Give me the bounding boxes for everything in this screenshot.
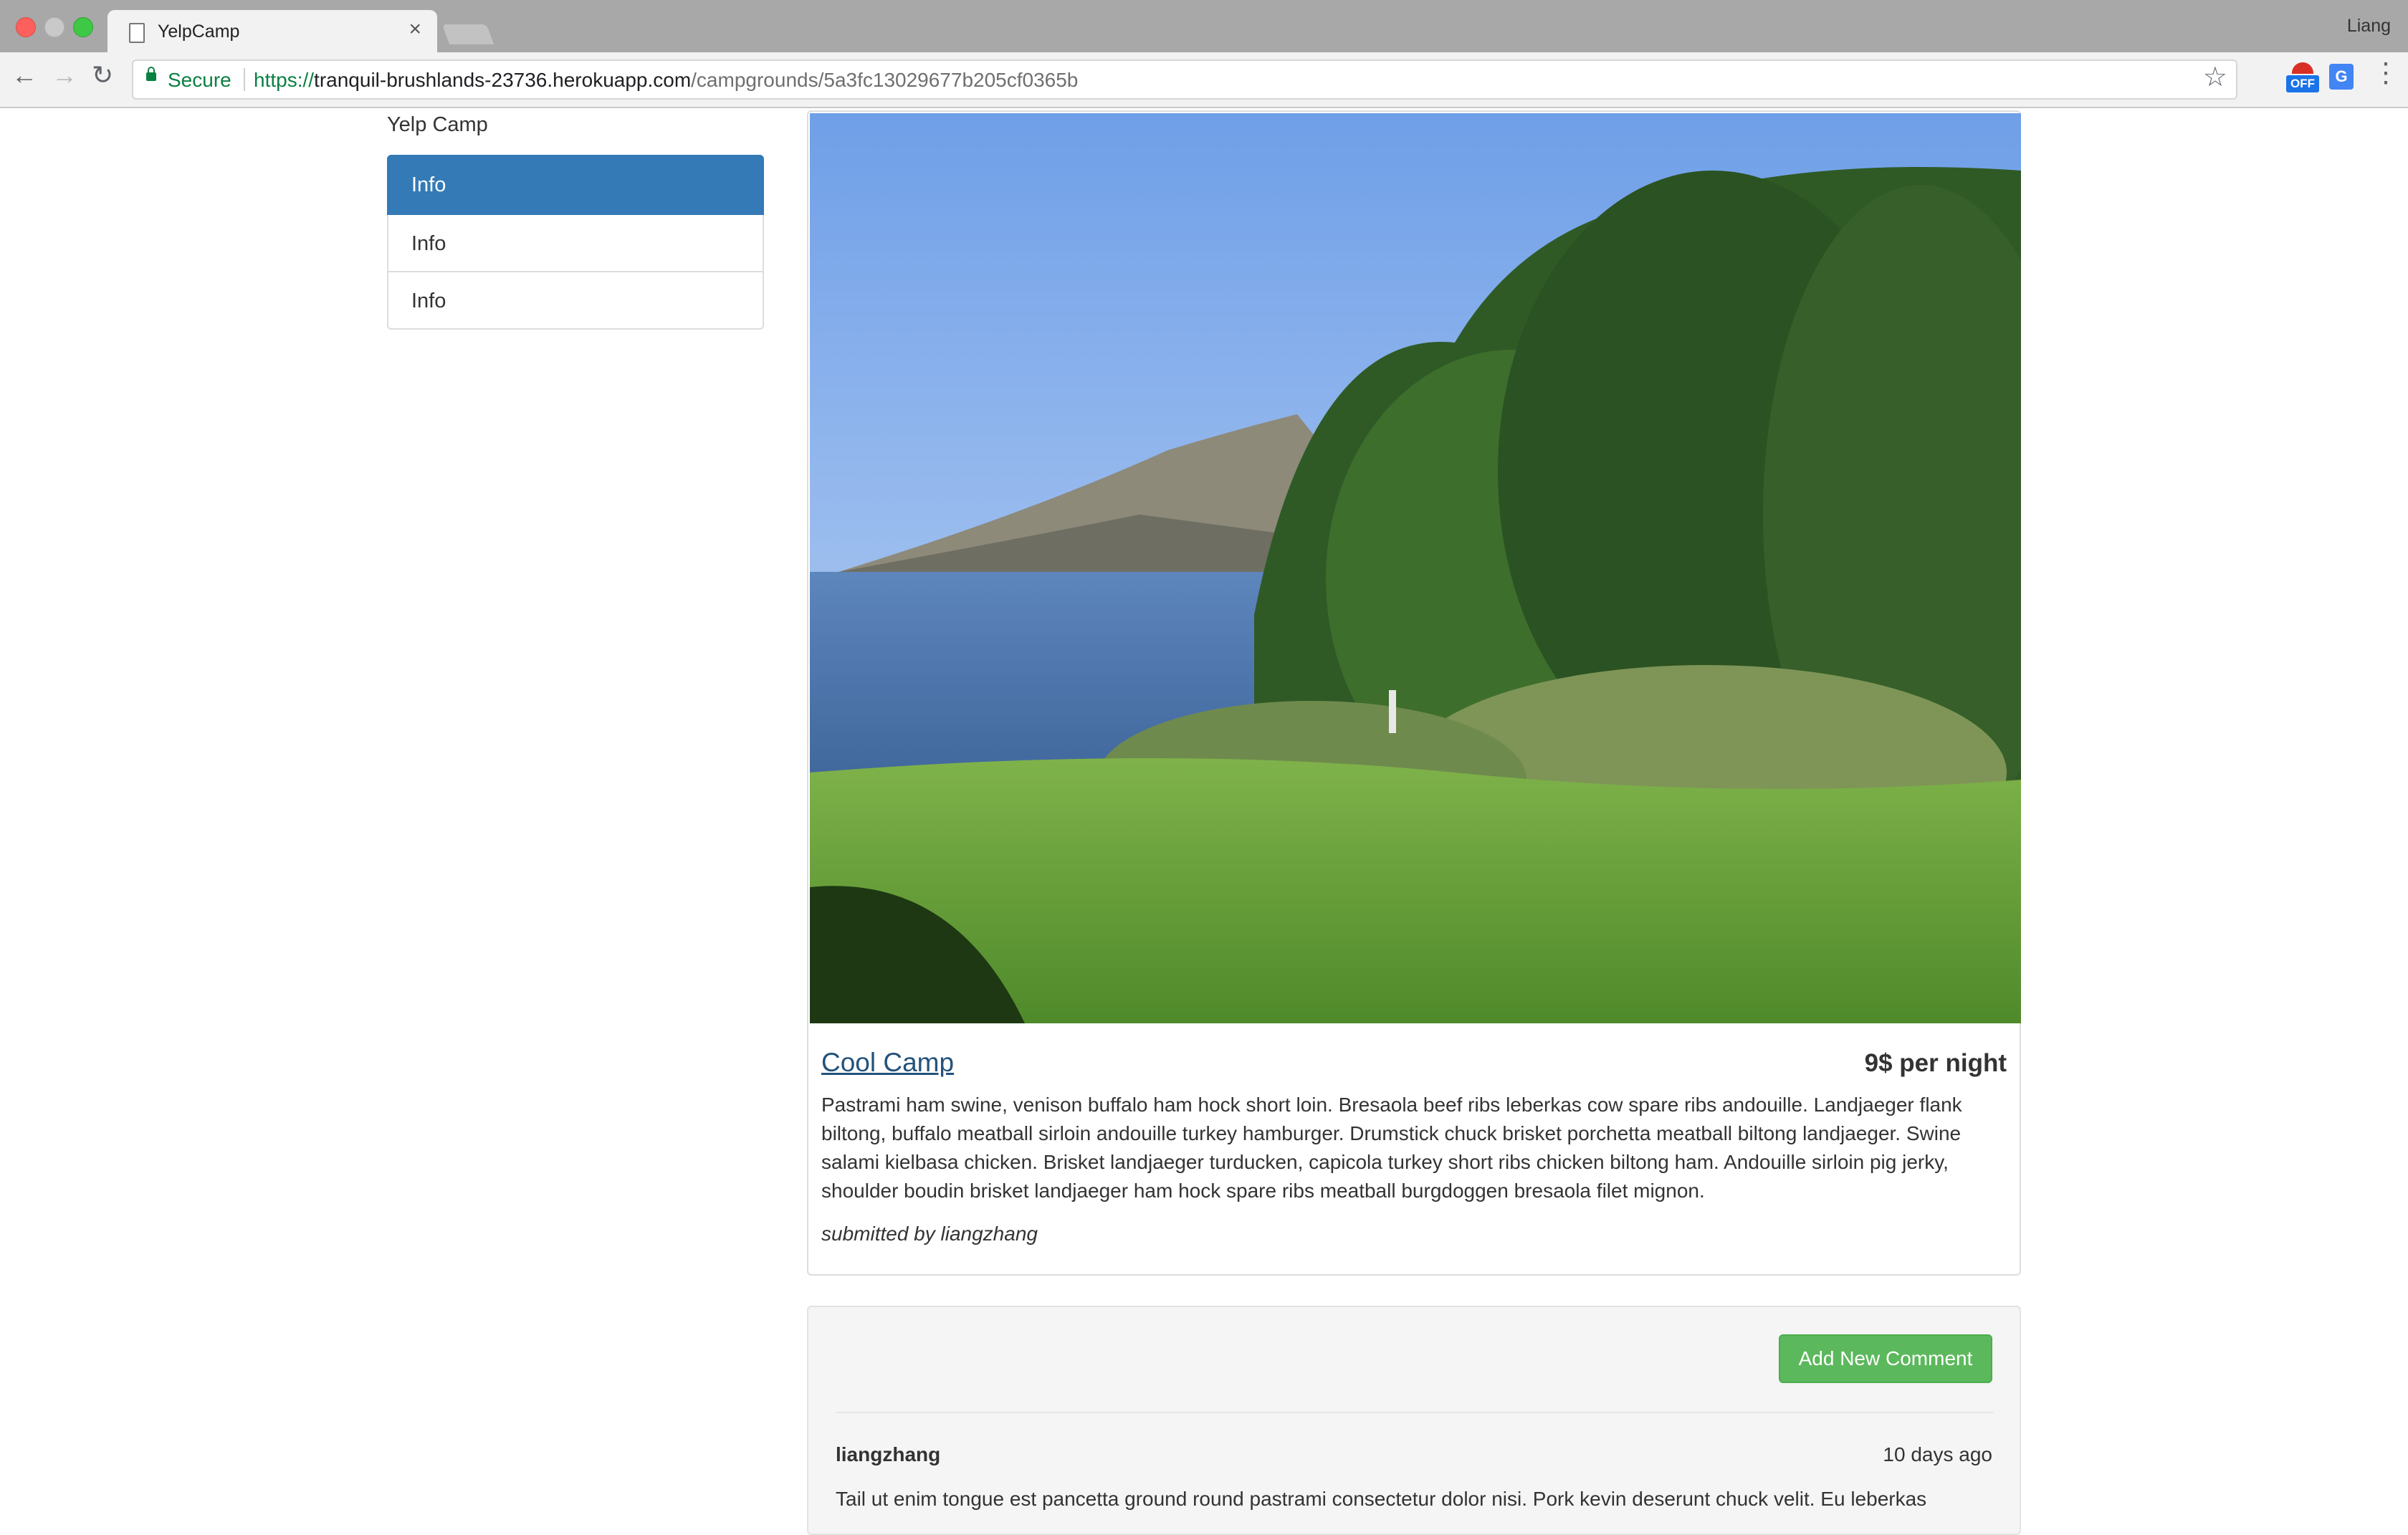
comment-timestamp: 10 days ago — [1883, 1443, 1992, 1465]
tab-title: YelpCamp — [158, 21, 240, 42]
extension-off-badge: OFF — [2286, 75, 2319, 92]
bookmark-star-icon[interactable]: ☆ — [2203, 64, 2227, 91]
browser-titlebar: YelpCamp × Liang — [0, 0, 2408, 52]
sidebar-item-info-3[interactable]: Info — [387, 272, 764, 330]
comments-section: Add New Comment liangzhang 10 days ago T… — [807, 1306, 2021, 1535]
comments-divider — [836, 1412, 1994, 1413]
sidebar-item-info-2[interactable]: Info — [387, 215, 764, 272]
forward-arrow-icon[interactable]: → — [52, 62, 77, 88]
site-brand[interactable]: Yelp Camp — [387, 113, 488, 137]
extension-off-icon[interactable]: OFF — [2286, 62, 2319, 94]
lock-icon — [146, 67, 156, 81]
comment-author: liangzhang — [836, 1443, 941, 1465]
extension-cap-shape — [2292, 62, 2313, 74]
browser-menu-icon[interactable]: ⋮ — [2372, 59, 2399, 87]
campground-description: Pastrami ham swine, venison buffalo ham … — [821, 1094, 1962, 1202]
comment-text: Tail ut enim tongue est pancetta ground … — [836, 1488, 1927, 1510]
translate-extension-icon[interactable]: G — [2329, 64, 2354, 90]
sidebar-item-info-1[interactable]: Info — [387, 155, 764, 215]
tab-close-icon[interactable]: × — [408, 19, 421, 40]
page-icon — [129, 23, 145, 43]
profile-name[interactable]: Liang — [2347, 16, 2391, 37]
add-comment-button[interactable]: Add New Comment — [1779, 1334, 1992, 1383]
secure-label: Secure — [168, 69, 231, 91]
window-minimize-button[interactable] — [44, 17, 64, 37]
address-divider — [244, 68, 245, 91]
sidebar-list: Info Info Info — [387, 155, 764, 330]
url-text[interactable]: https://tranquil-brushlands-23736.heroku… — [254, 69, 1078, 92]
back-arrow-icon[interactable]: ← — [11, 62, 37, 88]
campground-price: 9$ per night — [1864, 1049, 2007, 1077]
url-scheme: https:// — [254, 69, 315, 91]
campground-photo — [810, 113, 2021, 1023]
browser-toolbar: ← → ↻ Secure https://tranquil-brushlands… — [0, 52, 2408, 108]
window-maximize-button[interactable] — [73, 17, 93, 37]
url-host: tranquil-brushlands-23736.herokuapp.com — [314, 69, 692, 91]
campground-name-link[interactable]: Cool Camp — [821, 1048, 954, 1078]
new-tab-button[interactable] — [441, 24, 494, 44]
campground-card: Cool Camp 9$ per night Pastrami ham swin… — [807, 110, 2021, 1276]
url-path: /campgrounds/5a3fc13029677b205cf0365b — [691, 69, 1079, 91]
browser-tab[interactable]: YelpCamp × — [108, 10, 437, 52]
submitted-by: submitted by liangzhang — [821, 1223, 1038, 1245]
window-close-button[interactable] — [16, 17, 36, 37]
address-bar[interactable]: Secure https://tranquil-brushlands-23736… — [132, 59, 2237, 100]
reload-icon[interactable]: ↻ — [92, 62, 113, 88]
